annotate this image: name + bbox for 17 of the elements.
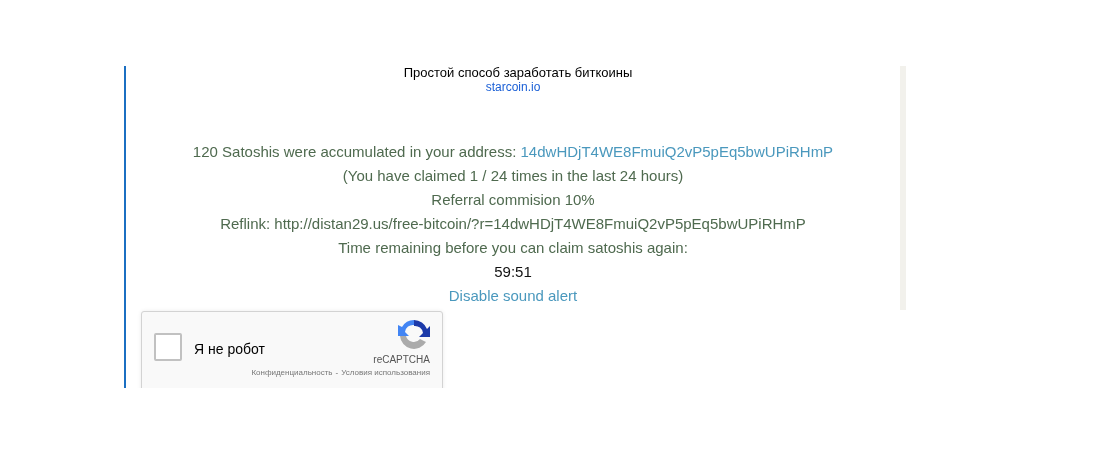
privacy-link[interactable]: Конфиденциальность (251, 368, 333, 378)
site-link[interactable]: starcoin.io (485, 80, 541, 94)
captcha-label: Я не робот (194, 341, 265, 359)
accumulated-text: 120 Satoshis were accumulated in your address: 14dwHDjT4WE8FmuiQ2vP5pEq5bwUPiRHmP (192, 142, 834, 162)
time-label: Time remaining before you can claim satoshis again: (338, 238, 688, 258)
recaptcha-brand: reCAPTCHA (373, 354, 430, 365)
separator: - (335, 368, 339, 378)
timer: 59:51 (494, 262, 532, 282)
recaptcha-logo-icon (398, 318, 430, 350)
address-link[interactable]: 14dwHDjT4WE8FmuiQ2vP5pEq5bwUPiRHmP (520, 143, 834, 160)
referral-text: Referral commision 10% (431, 190, 595, 210)
claimed-text: (You have claimed 1 / 24 times in the last 24 hours) (342, 166, 684, 186)
sound-alert-link[interactable]: Disable sound alert (448, 284, 578, 308)
terms-link[interactable]: Условия использования (341, 368, 430, 378)
reflink-text: Reflink: http://distan29.us/free-bitcoin/?r=14dwHDjT4WE8FmuiQ2vP5pEq5bwUPiRHmP (220, 214, 806, 234)
tagline: Простой способ заработать биткоины (403, 66, 633, 80)
captcha-checkbox[interactable] (154, 333, 182, 361)
